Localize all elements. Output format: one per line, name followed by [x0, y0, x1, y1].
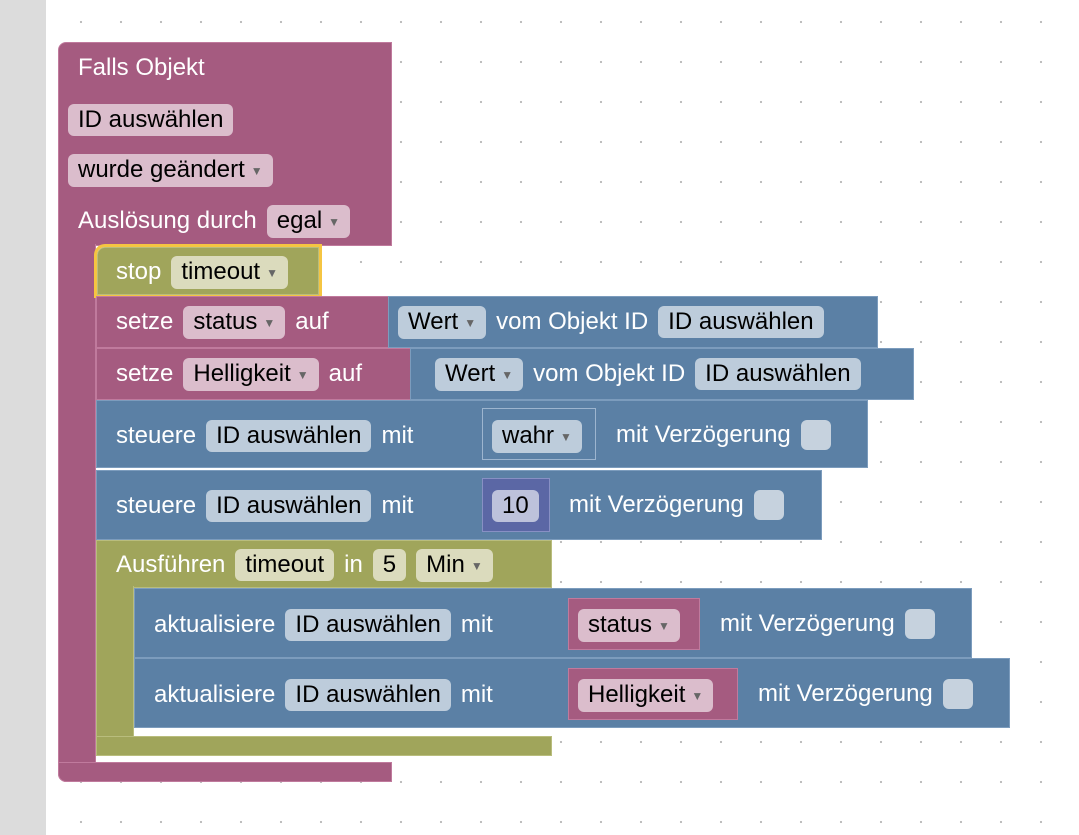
mit-label: mit [460, 611, 493, 638]
stop-value: timeout [181, 258, 261, 285]
dropdown-arrow-icon: ▼ [658, 618, 670, 633]
dropdown-arrow-icon: ▼ [560, 429, 572, 444]
control-label: steuere [116, 492, 197, 519]
variable-name: Helligkeit [193, 360, 291, 387]
dropdown-arrow-icon: ▼ [691, 688, 704, 703]
condition-value: wurde geändert [78, 156, 245, 183]
variable-dropdown[interactable]: Helligkeit ▼ [183, 358, 319, 391]
set-label: setze [116, 308, 174, 336]
dropdown-arrow-icon: ▼ [328, 214, 341, 229]
update-label: aktualisiere [154, 681, 276, 708]
control-label: steuere [116, 422, 197, 449]
update-label: aktualisiere [154, 611, 276, 638]
number-field[interactable]: 10 [492, 490, 539, 522]
object-id-field[interactable]: ID auswählen [695, 358, 861, 391]
delay-label: mit Verzögerung [758, 680, 933, 707]
delay-checkbox[interactable] [753, 490, 784, 520]
property-value: Wert [408, 308, 459, 335]
trigger-value: egal [276, 207, 323, 234]
delay-label: mit Verzögerung [720, 610, 895, 637]
object-id-field[interactable]: ID auswählen [285, 609, 451, 641]
dropdown-arrow-icon: ▼ [263, 315, 276, 330]
trigger-block-bottom [58, 762, 392, 782]
delay-label: mit Verzögerung [616, 421, 791, 448]
variable-name: status [193, 308, 258, 335]
trigger-condition-dropdown[interactable]: wurde geändert ▼ [68, 154, 273, 187]
variable-dropdown[interactable]: status ▼ [183, 306, 286, 339]
auf-label: auf [328, 360, 363, 388]
object-id-field[interactable]: ID auswählen [285, 679, 451, 711]
from-object-label: vom Objekt ID [496, 308, 649, 336]
trigger-label: Auslösung durch [78, 207, 257, 235]
delay-checkbox[interactable] [800, 420, 831, 450]
timeout-label: Ausführen [116, 551, 226, 579]
delay-checkbox[interactable] [904, 609, 935, 639]
unit-value: Min [426, 551, 465, 578]
from-object-label: vom Objekt ID [533, 360, 686, 388]
object-id-field[interactable]: ID auswählen [658, 306, 824, 339]
dropdown-arrow-icon: ▼ [266, 265, 278, 280]
stop-timeout-dropdown[interactable]: timeout ▼ [171, 256, 288, 289]
variable-name: status [588, 611, 653, 638]
dropdown-arrow-icon: ▼ [464, 315, 477, 330]
unit-dropdown[interactable]: Min ▼ [416, 549, 493, 582]
toolbox-strip[interactable] [0, 0, 46, 835]
boolean-value: wahr [502, 422, 555, 449]
dropdown-arrow-icon: ▼ [501, 367, 514, 382]
object-id-field[interactable]: ID auswählen [206, 490, 372, 522]
set-label: setze [116, 360, 174, 388]
property-value: Wert [445, 360, 496, 387]
timeout-name-field[interactable]: timeout [235, 549, 335, 582]
trigger-block-arm [58, 244, 96, 782]
property-dropdown[interactable]: Wert ▼ [435, 358, 524, 391]
mit-label: mit [460, 681, 493, 708]
mit-label: mit [381, 422, 414, 449]
trigger-id-field[interactable]: ID auswählen [68, 104, 234, 136]
variable-dropdown[interactable]: Helligkeit ▼ [578, 679, 714, 712]
trigger-title: Falls Objekt [78, 54, 205, 81]
trigger-value-dropdown[interactable]: egal ▼ [266, 205, 351, 238]
dropdown-arrow-icon: ▼ [250, 163, 263, 178]
boolean-dropdown[interactable]: wahr ▼ [492, 420, 582, 453]
stop-label: stop [116, 258, 162, 286]
object-id-field[interactable]: ID auswählen [206, 420, 372, 452]
timeout-block-arm [96, 586, 134, 756]
variable-name: Helligkeit [588, 681, 686, 708]
timeout-block-bottom [96, 736, 552, 756]
dropdown-arrow-icon: ▼ [296, 367, 309, 382]
delay-label: mit Verzögerung [569, 491, 744, 518]
mit-label: mit [381, 492, 414, 519]
timeout-amount-field[interactable]: 5 [372, 549, 407, 582]
delay-checkbox[interactable] [942, 679, 973, 709]
in-label: in [344, 551, 363, 579]
property-dropdown[interactable]: Wert ▼ [398, 306, 487, 339]
variable-dropdown[interactable]: status ▼ [578, 609, 680, 642]
dropdown-arrow-icon: ▼ [470, 558, 483, 573]
auf-label: auf [295, 308, 329, 336]
